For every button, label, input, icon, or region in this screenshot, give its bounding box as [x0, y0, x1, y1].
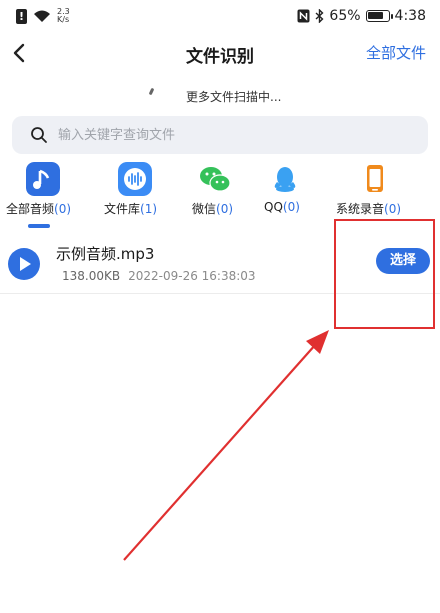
- tab-qq-count: (0): [282, 200, 300, 214]
- network-speed-unit: K/s: [57, 15, 70, 24]
- tab-file-library-label: 文件库(1): [104, 200, 157, 217]
- wifi-icon: [34, 10, 50, 22]
- tab-file-library-count: (1): [140, 202, 158, 216]
- file-time: 2022-09-26 16:38:03: [128, 269, 256, 283]
- status-time: 4:38: [394, 8, 426, 24]
- battery-icon: [365, 10, 393, 22]
- file-name: 示例音频.mp3: [56, 245, 155, 263]
- status-left: ! 2.3 K/s: [16, 8, 70, 24]
- tab-qq-name: QQ: [264, 200, 283, 214]
- status-bar: ! 2.3 K/s 65% 4:38: [0, 0, 440, 34]
- tab-all-audio-count: (0): [54, 202, 72, 216]
- status-right: 65% 4:38: [297, 8, 426, 24]
- back-button[interactable]: [4, 36, 38, 70]
- tab-wechat-name: 微信: [192, 202, 217, 216]
- nfc-icon: [297, 9, 310, 23]
- tab-system-recording-label: 系统录音(0): [336, 200, 401, 217]
- tab-wechat-label: 微信(0): [192, 200, 233, 217]
- tab-all-audio-name: 全部音频: [6, 202, 55, 216]
- tab-file-library[interactable]: 文件库(1): [104, 160, 172, 230]
- search-input[interactable]: [58, 116, 418, 154]
- tab-wechat-count: (0): [216, 202, 234, 216]
- music-note-icon: [26, 162, 60, 196]
- active-tab-indicator: [28, 224, 50, 228]
- annotation-highlight-box: [334, 219, 435, 329]
- tab-qq-label: QQ(0): [264, 200, 300, 214]
- audio-wave-icon: [118, 162, 152, 196]
- battery-percent: 65%: [329, 8, 361, 24]
- tab-qq[interactable]: QQ(0): [264, 160, 304, 230]
- chevron-left-icon: [13, 43, 25, 63]
- phone-icon: [367, 165, 383, 192]
- search-icon: [31, 127, 47, 143]
- tab-all-audio[interactable]: 全部音频(0): [6, 160, 80, 230]
- scan-status: 更多文件扫描中...: [0, 86, 440, 106]
- file-meta: 138.00KB 2022-09-26 16:38:03: [62, 269, 256, 283]
- file-size: 138.00KB: [62, 269, 121, 283]
- tab-system-recording-count: (0): [384, 202, 402, 216]
- search-box[interactable]: [12, 116, 428, 154]
- bluetooth-icon: [315, 9, 324, 23]
- tab-wechat[interactable]: 微信(0): [192, 160, 240, 230]
- network-speed: 2.3 K/s: [57, 8, 70, 24]
- alert-icon: !: [16, 8, 27, 24]
- play-icon[interactable]: [8, 248, 40, 280]
- tab-all-audio-label: 全部音频(0): [6, 200, 71, 217]
- scan-status-text: 更多文件扫描中...: [186, 90, 282, 104]
- qq-penguin-icon: [274, 167, 296, 192]
- loading-spinner-icon: [148, 87, 155, 96]
- tab-system-recording-name: 系统录音: [336, 202, 385, 216]
- tab-file-library-name: 文件库: [104, 202, 141, 216]
- all-files-link[interactable]: 全部文件: [366, 42, 426, 63]
- wechat-icon: [200, 167, 231, 192]
- header: 文件识别 全部文件: [0, 34, 440, 74]
